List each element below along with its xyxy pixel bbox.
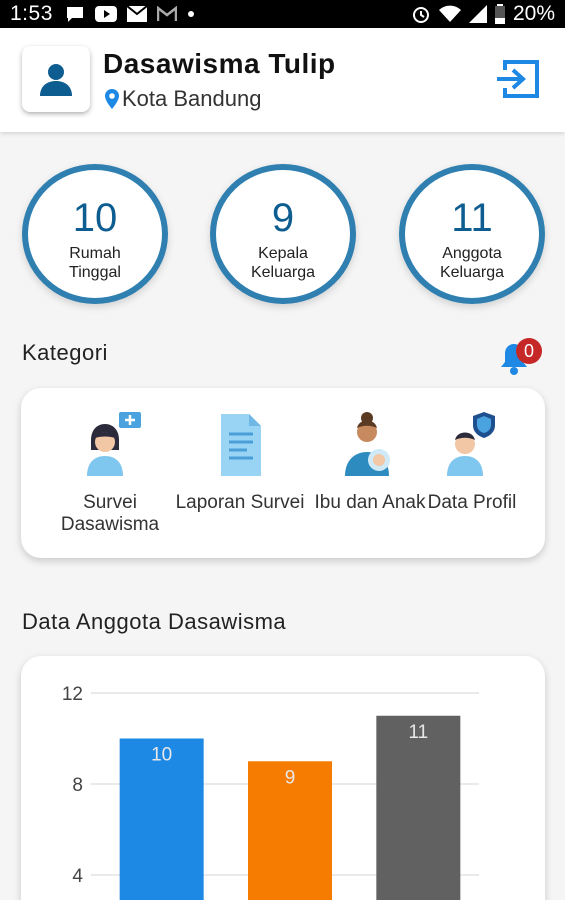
dot-icon [187, 10, 195, 18]
location-pin-icon [105, 89, 119, 109]
status-time: 1:53 [10, 2, 53, 25]
mother-child-icon [345, 412, 390, 476]
stat-value: 9 [271, 196, 295, 240]
kategori-label: Laporan Survei [175, 492, 305, 513]
y-tick-label: 4 [72, 866, 83, 887]
y-tick-label: 12 [62, 684, 83, 705]
status-bar: 1:53 20% [0, 0, 565, 28]
location-line: Kota Bandung [105, 86, 261, 112]
chart-card: 4 8 12 10 9 11 [21, 656, 545, 900]
bar-value-label: 10 [151, 745, 172, 766]
location-label: Kota Bandung [122, 86, 262, 111]
stat-anggota-keluarga: 11 Anggota Keluarga [399, 164, 545, 304]
alarm-icon [411, 4, 431, 24]
stat-label: Anggota Keluarga [439, 245, 505, 281]
chart-section-title: Data Anggota Dasawisma [22, 609, 287, 634]
stat-label: Kepala Keluarga [250, 245, 316, 281]
kategori-label: Data Profil [427, 492, 517, 513]
kategori-survei-dasawisma[interactable]: Survei Dasawisma [45, 410, 175, 536]
logout-icon [497, 60, 539, 98]
kategori-card: Survei Dasawisma Laporan Survei Ibu dan … [21, 388, 545, 558]
mail-icon [126, 6, 147, 22]
notification-button[interactable]: 0 [498, 338, 544, 375]
wifi-icon [438, 5, 461, 23]
kategori-laporan-survei[interactable]: Laporan Survei [175, 410, 305, 514]
notification-badge: 0 [516, 338, 542, 364]
stat-label: Rumah Tinggal [69, 245, 121, 281]
app-header: Dasawisma Tulip Kota Bandung [0, 28, 565, 132]
youtube-icon [94, 6, 117, 22]
bar-chart: 4 8 12 10 9 11 [62, 684, 479, 900]
kategori-title: Kategori [22, 340, 108, 365]
profile-avatar[interactable] [22, 46, 90, 112]
page-title: Dasawisma Tulip [103, 48, 336, 79]
bar [376, 715, 461, 900]
battery-level: 20% [512, 2, 555, 25]
kategori-label: Survei Dasawisma [60, 492, 160, 535]
gmail-icon [156, 6, 177, 22]
signal-icon [468, 5, 487, 23]
logout-button[interactable] [495, 56, 541, 102]
stat-value: 10 [72, 196, 118, 240]
kategori-data-profil[interactable]: Data Profil [407, 410, 537, 514]
user-icon [40, 64, 72, 96]
stat-kepala-keluarga: 9 Kepala Keluarga [210, 164, 356, 304]
y-tick-label: 8 [72, 775, 83, 796]
battery-icon [494, 4, 505, 24]
bar-value-label: 9 [285, 767, 296, 788]
document-icon [221, 414, 261, 476]
stat-value: 11 [451, 196, 493, 240]
stat-rumah-tinggal: 10 Rumah Tinggal [22, 164, 168, 304]
profile-shield-icon [447, 412, 495, 476]
chat-icon [65, 5, 85, 23]
survey-woman-icon [87, 412, 141, 476]
bar-value-label: 11 [408, 722, 428, 743]
